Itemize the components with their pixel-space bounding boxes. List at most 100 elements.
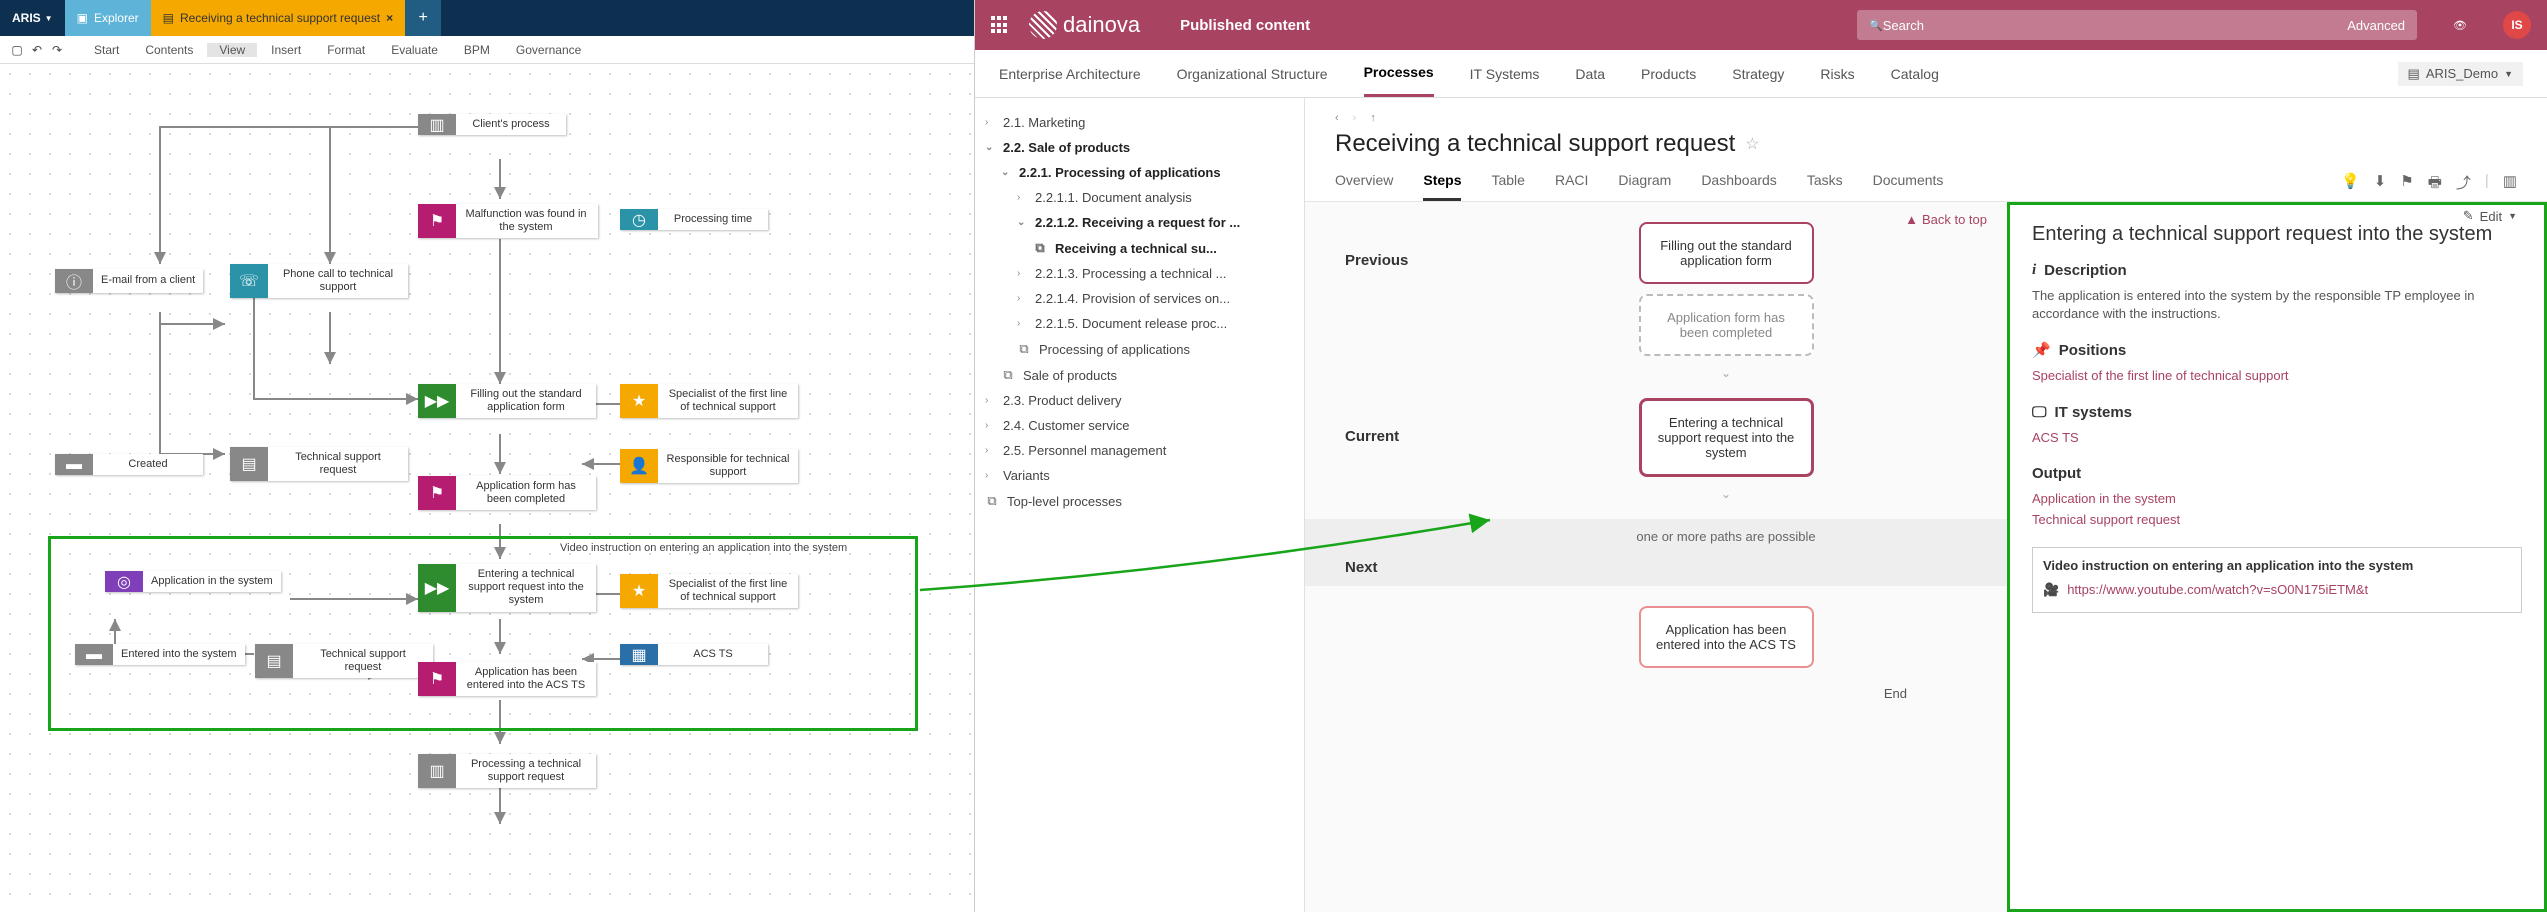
tab-steps[interactable]: Steps <box>1423 172 1461 201</box>
tab-dashboards[interactable]: Dashboards <box>1701 172 1777 201</box>
search-box[interactable]: 🔍 Advanced <box>1857 10 2417 40</box>
tree-item[interactable]: ›2.3. Product delivery <box>981 388 1298 413</box>
node-created[interactable]: ▬Created <box>55 454 203 475</box>
download-icon[interactable]: ⬇ <box>2374 172 2387 201</box>
nav-fwd-icon[interactable]: › <box>1353 112 1357 124</box>
video-link[interactable]: 🎥https://www.youtube.com/watch?v=sO0N175… <box>2043 581 2511 599</box>
redo-icon[interactable]: ↷ <box>48 41 66 59</box>
tree-item[interactable]: ⌄2.2.1. Processing of applications <box>981 160 1298 185</box>
tree-item[interactable]: ⌄2.2.1.2. Receiving a request for ... <box>981 210 1298 235</box>
node-entered[interactable]: ▬Entered into the system <box>75 644 245 665</box>
bulb-icon[interactable]: 💡 <box>2341 172 2360 201</box>
tree-item[interactable]: ›2.2.1.1. Document analysis <box>981 185 1298 210</box>
nav-it[interactable]: IT Systems <box>1470 52 1540 96</box>
node-resp[interactable]: 👤Responsible for technical support <box>620 449 798 483</box>
node-spec-first[interactable]: ★Specialist of the first line of technic… <box>620 384 798 418</box>
tree-item[interactable]: ›2.4. Customer service <box>981 413 1298 438</box>
tab-tasks[interactable]: Tasks <box>1807 172 1843 201</box>
menu-view[interactable]: View <box>207 43 257 57</box>
node-fill-form[interactable]: ▶▶Filling out the standard application f… <box>418 384 596 418</box>
db-selector[interactable]: ▤ARIS_Demo▼ <box>2398 62 2523 86</box>
tab-new[interactable]: + <box>405 0 441 36</box>
nav-catalog[interactable]: Catalog <box>1891 52 1939 96</box>
tree-item[interactable]: ⌄2.2. Sale of products <box>981 135 1298 160</box>
it-link[interactable]: ACS TS <box>2032 429 2522 447</box>
advanced-link[interactable]: Advanced <box>2347 18 2405 33</box>
menu-contents[interactable]: Contents <box>133 43 205 57</box>
chevron-down-icon: ⌄ <box>985 142 995 153</box>
node-form-done[interactable]: ⚑Application form has been completed <box>418 476 596 510</box>
tree-item-active[interactable]: ⧉Receiving a technical su... <box>981 235 1298 261</box>
tab-table[interactable]: Table <box>1491 172 1524 201</box>
node-tsr1[interactable]: ▤Technical support request <box>230 447 408 481</box>
tree-item[interactable]: ›Variants <box>981 463 1298 488</box>
node-enter-req[interactable]: ▶▶Entering a technical support request i… <box>418 564 596 612</box>
nav-strategy[interactable]: Strategy <box>1732 52 1784 96</box>
tree-item[interactable]: ⧉Processing of applications <box>981 336 1298 362</box>
nav-back-icon[interactable]: ‹ <box>1335 112 1339 124</box>
chevron-right-icon: › <box>985 117 995 128</box>
favorite-icon[interactable]: ☆ <box>1745 134 1759 154</box>
diagram-canvas[interactable]: ▥Client's process ⓘE-mail from a client … <box>0 64 974 912</box>
out-link[interactable]: Application in the system <box>2032 490 2522 508</box>
step-next-1[interactable]: Application has been entered into the AC… <box>1639 606 1814 668</box>
close-icon[interactable]: × <box>386 11 393 25</box>
aris-home[interactable]: ARIS▼ <box>0 0 65 36</box>
search-input[interactable] <box>1883 18 2335 33</box>
nav-risks[interactable]: Risks <box>1820 52 1854 96</box>
nav-up-icon[interactable]: ↑ <box>1370 112 1376 124</box>
menu-start[interactable]: Start <box>82 43 131 57</box>
tree-item[interactable]: ›2.2.1.4. Provision of services on... <box>981 286 1298 311</box>
node-email[interactable]: ⓘE-mail from a client <box>55 269 203 293</box>
node-spec-first2[interactable]: ★Specialist of the first line of technic… <box>620 574 798 608</box>
node-app-entered[interactable]: ⚑Application has been entered into the A… <box>418 662 596 696</box>
tab-raci[interactable]: RACI <box>1555 172 1588 201</box>
node-tsr2[interactable]: ▤Technical support request <box>255 644 433 678</box>
node-phone[interactable]: ☏Phone call to technical support <box>230 264 408 298</box>
nav-org[interactable]: Organizational Structure <box>1177 52 1328 96</box>
tree-item[interactable]: ›2.5. Personnel management <box>981 438 1298 463</box>
tree-item[interactable]: ›2.2.1.5. Document release proc... <box>981 311 1298 336</box>
tree-item[interactable]: ›2.1. Marketing <box>981 110 1298 135</box>
share-icon[interactable]: ⤴ <box>2456 172 2471 201</box>
node-acsts[interactable]: ▦ACS TS <box>620 644 768 665</box>
back-to-top[interactable]: ▲Back to top <box>1905 212 1987 227</box>
pos-link[interactable]: Specialist of the first line of technica… <box>2032 367 2522 385</box>
menu-bpm[interactable]: BPM <box>452 43 502 57</box>
menu-insert[interactable]: Insert <box>259 43 313 57</box>
step-current[interactable]: Entering a technical support request int… <box>1639 398 1814 477</box>
edit-button[interactable]: ✎Edit▼ <box>2463 208 2517 224</box>
brand-logo[interactable]: dainova <box>1029 11 1140 39</box>
menu-format[interactable]: Format <box>315 43 377 57</box>
nav-products[interactable]: Products <box>1641 52 1696 96</box>
avatar[interactable]: IS <box>2503 11 2531 39</box>
tab-explorer[interactable]: ▣Explorer <box>65 0 151 36</box>
step-prev-1[interactable]: Filling out the standard application for… <box>1639 222 1814 284</box>
panel-icon[interactable]: ▥ <box>2503 172 2517 201</box>
menu-governance[interactable]: Governance <box>504 43 593 57</box>
node-malfunction[interactable]: ⚑Malfunction was found in the system <box>418 204 598 238</box>
tab-documents[interactable]: Documents <box>1873 172 1944 201</box>
out-link[interactable]: Technical support request <box>2032 511 2522 529</box>
node-client-process[interactable]: ▥Client's process <box>418 114 566 135</box>
apps-icon[interactable] <box>991 16 1009 34</box>
save-icon[interactable]: ▢ <box>8 41 26 59</box>
node-processing[interactable]: ▥Processing a technical support request <box>418 754 596 788</box>
node-proc-time[interactable]: ◷Processing time <box>620 209 768 230</box>
tree-item[interactable]: ⧉Top-level processes <box>981 488 1298 514</box>
nav-enterprise[interactable]: Enterprise Architecture <box>999 52 1141 96</box>
menu-evaluate[interactable]: Evaluate <box>379 43 450 57</box>
tab-diagram[interactable]: Diagram <box>1618 172 1671 201</box>
undo-icon[interactable]: ↶ <box>28 41 46 59</box>
flag-icon[interactable]: ⚑ <box>2400 172 2413 201</box>
tree-item[interactable]: ⧉Sale of products <box>981 362 1298 388</box>
nav-processes[interactable]: Processes <box>1364 50 1434 97</box>
node-app-in-sys[interactable]: ◎Application in the system <box>105 571 281 592</box>
nav-data[interactable]: Data <box>1575 52 1605 96</box>
tab-overview[interactable]: Overview <box>1335 172 1393 201</box>
tree-item[interactable]: ›2.2.1.3. Processing a technical ... <box>981 261 1298 286</box>
tab-document[interactable]: ▤Receiving a technical support request× <box>151 0 405 36</box>
print-icon[interactable]: 🖶 <box>2428 172 2442 201</box>
eye-icon[interactable]: 👁 <box>2453 19 2467 32</box>
step-prev-2[interactable]: Application form has been completed <box>1639 294 1814 356</box>
